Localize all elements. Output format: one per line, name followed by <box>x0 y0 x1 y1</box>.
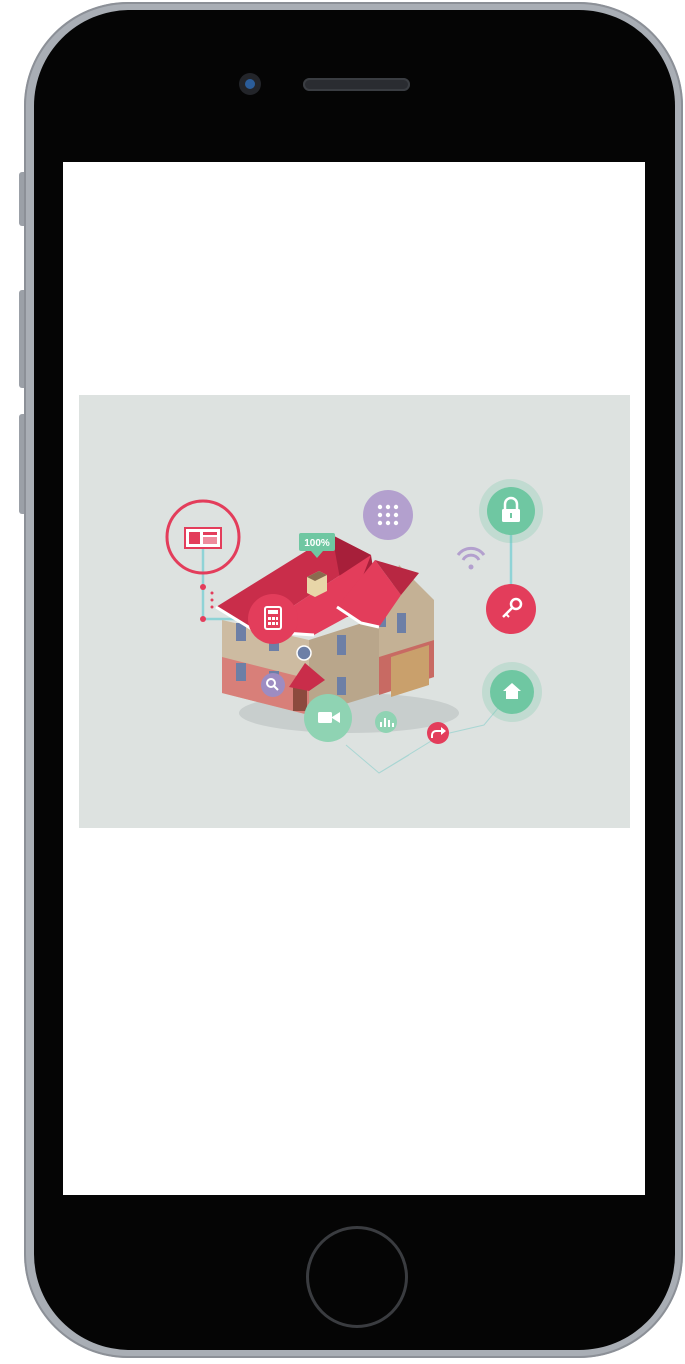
keypad-icon[interactable] <box>363 490 413 540</box>
earpiece-speaker <box>303 78 410 91</box>
smart-home-svg: 100% <box>165 479 543 774</box>
home-button[interactable] <box>306 1226 408 1328</box>
smart-home-illustration: 100% <box>79 395 630 828</box>
status-bar <box>63 162 645 182</box>
wifi-icon <box>456 546 486 570</box>
video-camera-icon[interactable] <box>304 694 352 742</box>
phone-screen: 100% <box>63 162 645 1195</box>
share-arrow-icon[interactable] <box>427 722 449 744</box>
lock-icon[interactable] <box>479 479 543 543</box>
search-icon[interactable] <box>261 673 285 697</box>
calculator-icon[interactable] <box>248 594 298 644</box>
home-icon[interactable] <box>482 662 542 722</box>
house <box>215 535 434 715</box>
percentage-badge-text: 100% <box>304 538 330 549</box>
front-camera <box>239 73 261 95</box>
key-icon[interactable] <box>486 584 536 634</box>
bar-chart-icon[interactable] <box>375 711 397 733</box>
